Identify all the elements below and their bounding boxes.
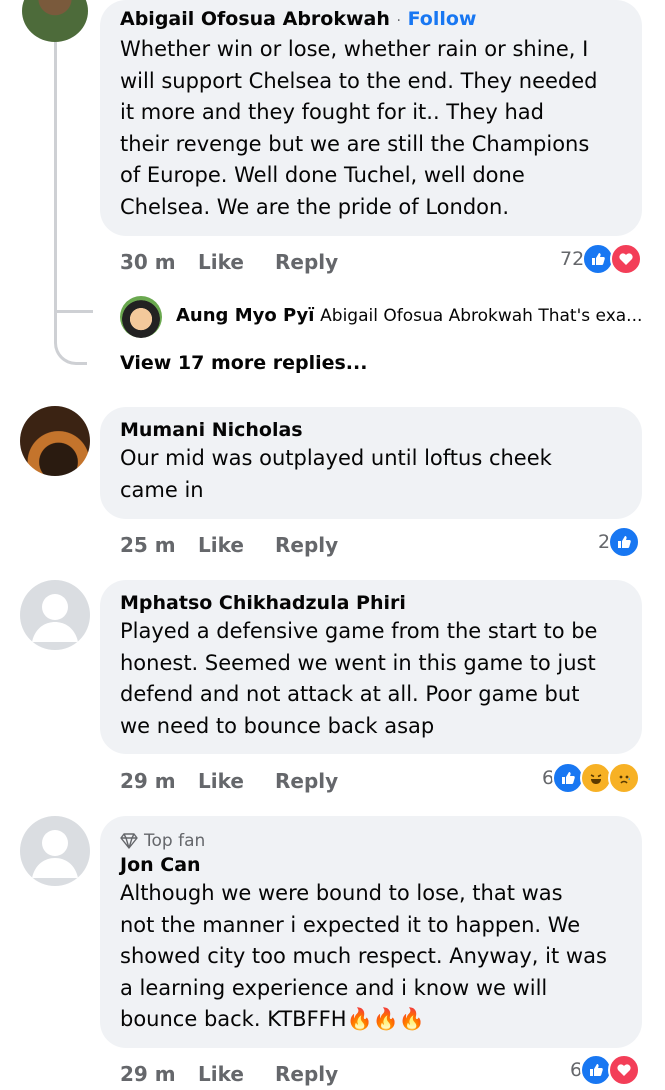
comment-text: Whether win or lose, whether rain or shi… <box>120 37 598 219</box>
reaction-count: 72 <box>560 248 585 270</box>
avatar-jon-can[interactable] <box>20 816 90 886</box>
thread-line <box>54 42 87 365</box>
avatar-mphatso[interactable] <box>20 580 90 650</box>
reaction-summary[interactable]: 2 <box>598 526 641 558</box>
reply-button[interactable]: Reply <box>275 250 338 274</box>
comment-time[interactable]: 25 m <box>120 533 176 557</box>
reply-author[interactable]: Aung Myo Pyï <box>176 305 314 326</box>
love-icon <box>610 243 643 275</box>
reaction-summary[interactable]: 6 <box>570 1054 641 1086</box>
reply-preview[interactable]: Aung Myo Pyï Abigail Ofosua Abrokwah Tha… <box>176 305 656 326</box>
comment-bubble: Abigail Ofosua Abrokwah · Follow Whether… <box>100 0 642 236</box>
comment-text: Although we were bound to lose, that was… <box>120 881 607 1031</box>
like-button[interactable]: Like <box>198 250 244 274</box>
comment-time[interactable]: 29 m <box>120 1062 176 1086</box>
view-more-replies[interactable]: View 17 more replies... <box>120 352 367 374</box>
comment-author[interactable]: Mumani Nicholas <box>120 417 622 443</box>
comment-text: Our mid was outplayed until loftus cheek… <box>120 446 552 502</box>
comment-text: Played a defensive game from the start t… <box>120 619 598 738</box>
sad-icon <box>608 762 641 794</box>
top-fan-badge: Top fan <box>120 830 622 852</box>
reply-button[interactable]: Reply <box>275 1062 338 1086</box>
reply-button[interactable]: Reply <box>275 533 338 557</box>
love-icon <box>608 1054 641 1086</box>
reply-text: Abigail Ofosua Abrokwah That's exa... <box>320 306 643 326</box>
diamond-icon <box>120 833 138 849</box>
comment-time[interactable]: 29 m <box>120 769 176 793</box>
comment-author[interactable]: Mphatso Chikhadzula Phiri <box>120 590 622 616</box>
comment-actions: 30 m Like Reply <box>120 250 420 278</box>
comment-actions: 29 m Like Reply <box>120 1062 420 1090</box>
avatar-mumani[interactable] <box>20 406 90 476</box>
reaction-summary[interactable]: 72 <box>560 243 643 275</box>
like-button[interactable]: Like <box>198 769 244 793</box>
comment-bubble: Mumani Nicholas Our mid was outplayed un… <box>100 407 642 519</box>
like-button[interactable]: Like <box>198 1062 244 1086</box>
comment-actions: 29 m Like Reply <box>120 769 420 797</box>
like-icon <box>608 526 641 558</box>
comment-time[interactable]: 30 m <box>120 250 176 274</box>
reaction-summary[interactable]: 6 <box>542 762 641 794</box>
comment-bubble: Top fan Jon Can Although we were bound t… <box>100 816 642 1048</box>
reply-button[interactable]: Reply <box>275 769 338 793</box>
like-button[interactable]: Like <box>198 533 244 557</box>
comment-author[interactable]: Abigail Ofosua Abrokwah · Follow <box>120 6 622 34</box>
avatar-abigail[interactable] <box>22 0 88 42</box>
follow-separator: · <box>396 13 401 29</box>
follow-link[interactable]: Follow <box>408 8 477 30</box>
comment-bubble: Mphatso Chikhadzula Phiri Played a defen… <box>100 580 642 754</box>
avatar-aung-myo-pyi[interactable] <box>120 296 162 338</box>
thread-branch <box>57 310 93 313</box>
comment-author[interactable]: Jon Can <box>120 852 622 878</box>
comment-actions: 25 m Like Reply <box>120 533 420 561</box>
